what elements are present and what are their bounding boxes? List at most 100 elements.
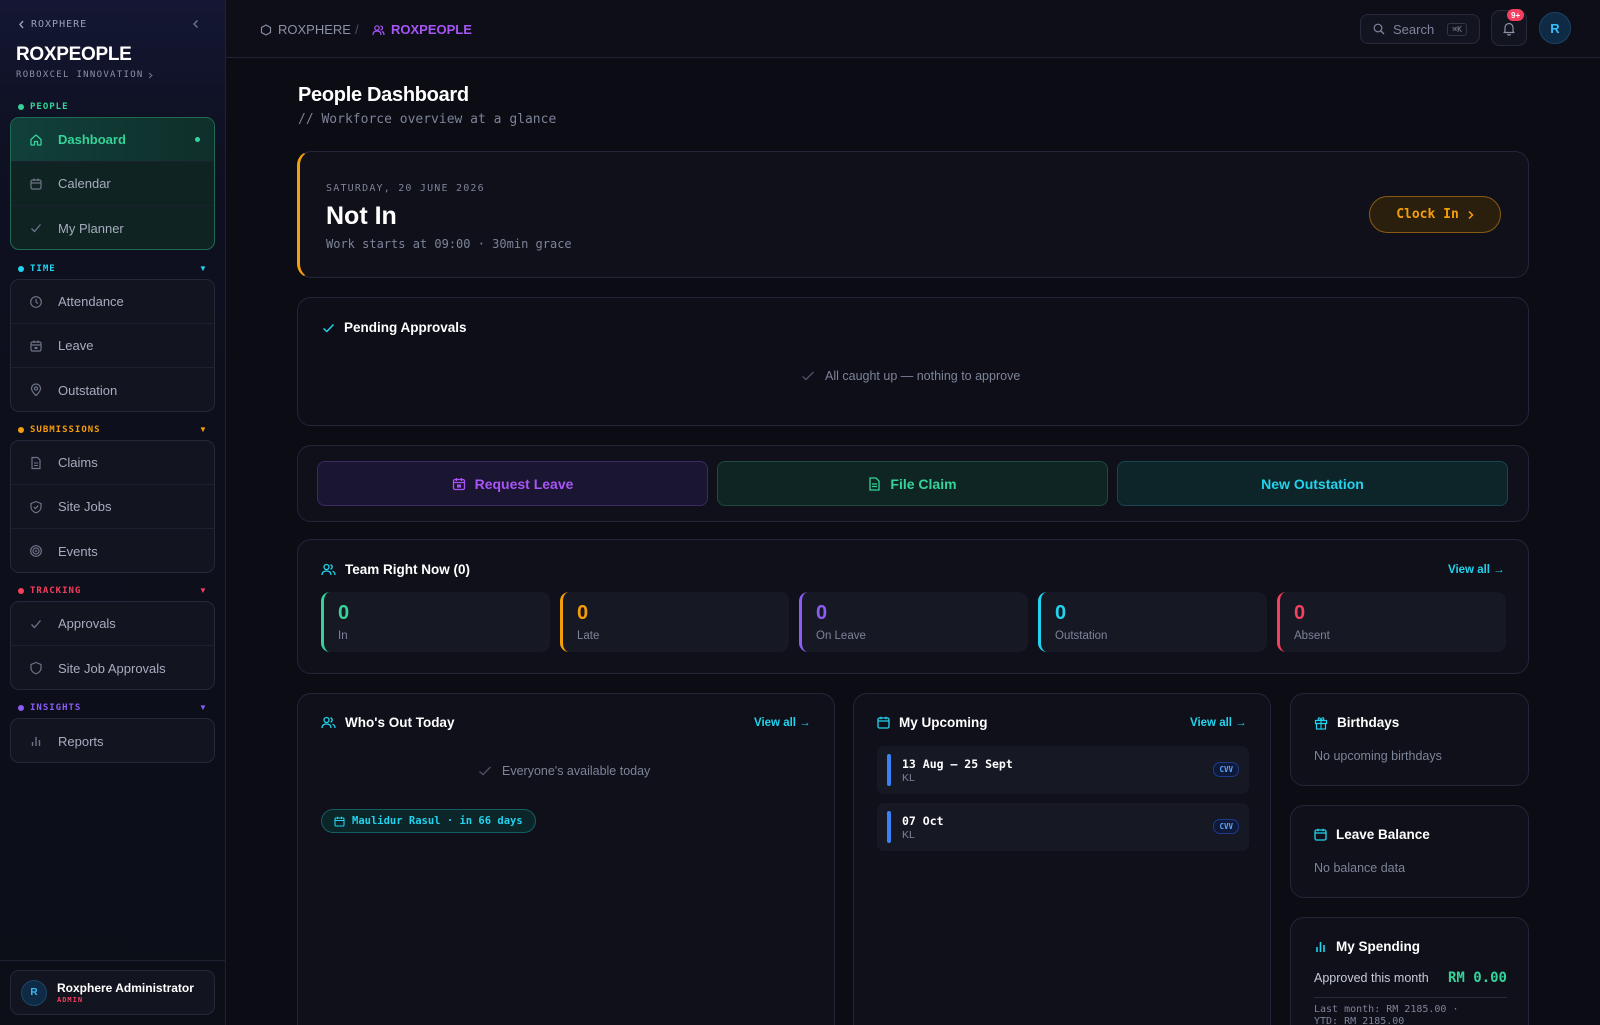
sidebar-divider [0, 960, 226, 961]
stat-label: Absent [1294, 630, 1330, 642]
file-claim-button[interactable]: File Claim [717, 461, 1108, 506]
stat-in[interactable]: 0 In [321, 592, 550, 652]
check-icon [29, 617, 43, 631]
my-upcoming-header: My Upcoming [877, 715, 988, 730]
my-upcoming-view-all-link[interactable]: View all → [1190, 717, 1247, 729]
user-profile-card[interactable]: R Roxphere Administrator ADMIN [10, 970, 215, 1015]
calendar-icon [334, 816, 345, 827]
back-to-roxphere-link[interactable]: ROXPHERE [18, 19, 87, 30]
caret-down-icon[interactable]: ▼ [199, 703, 207, 712]
sidebar-item-label: Reports [58, 733, 104, 749]
sidebar-item-site-jobs[interactable]: Site Jobs [11, 485, 214, 529]
sidebar-item-label: Claims [58, 455, 98, 470]
page-title: People Dashboard [298, 84, 469, 106]
clock-in-button[interactable]: Clock In [1369, 196, 1501, 233]
upcoming-holiday-pill[interactable]: Maulidur Rasul · in 66 days [321, 809, 536, 833]
section-submissions-label: SUBMISSIONS [30, 425, 101, 435]
section-insights[interactable]: INSIGHTS [18, 703, 81, 713]
whos-out-view-all-link[interactable]: View all → [754, 717, 811, 729]
whos-out-header: Who's Out Today [321, 715, 454, 730]
upcoming-location: KL [902, 772, 915, 784]
org-switcher[interactable]: ROBOXCEL INNOVATION [16, 70, 153, 80]
collapse-sidebar-button[interactable] [191, 19, 201, 29]
section-tracking-label: TRACKING [30, 586, 82, 596]
upcoming-accent-bar [887, 754, 891, 786]
shield-icon [29, 661, 43, 675]
section-tracking[interactable]: TRACKING [18, 586, 81, 596]
check-icon [801, 370, 815, 382]
leave-balance-header: Leave Balance [1314, 827, 1430, 842]
new-outstation-label: New Outstation [1261, 475, 1364, 492]
search-icon [1373, 23, 1385, 35]
upcoming-tag: CVV [1213, 762, 1239, 777]
section-dot [18, 705, 24, 711]
upcoming-item[interactable]: 13 Aug — 25 Sept KL CVV [877, 746, 1249, 794]
shield-check-icon [29, 500, 43, 514]
file-icon [868, 476, 881, 491]
caret-down-icon[interactable]: ▼ [199, 425, 207, 434]
sidebar-item-events[interactable]: Events [11, 529, 214, 572]
hexagon-icon [260, 23, 272, 36]
sidebar-item-site-job-approvals[interactable]: Site Job Approvals [11, 646, 214, 689]
sidebar-item-dashboard[interactable]: Dashboard [11, 118, 214, 162]
upcoming-date: 07 Oct [902, 814, 944, 828]
search-placeholder: Search [1393, 21, 1435, 37]
breadcrumb-root[interactable]: ROXPHERE [260, 22, 351, 37]
stat-on-leave[interactable]: 0 On Leave [799, 592, 1028, 652]
sidebar-item-label: Outstation [58, 382, 118, 398]
leave-balance-empty-text: No balance data [1314, 861, 1406, 875]
my-spending-header: My Spending [1314, 939, 1420, 954]
pending-approvals-header: Pending Approvals [322, 320, 467, 335]
upcoming-item[interactable]: 07 Oct KL CVV [877, 803, 1249, 851]
upcoming-date: 13 Aug — 25 Sept [902, 757, 1013, 771]
whos-out-today-card: Who's Out Today View all → Everyone's av… [297, 693, 835, 1025]
user-avatar-button[interactable]: R [1539, 12, 1571, 44]
section-time[interactable]: TIME [18, 264, 56, 274]
approvals-empty-state: All caught up — nothing to approve [801, 369, 1020, 383]
stat-late[interactable]: 0 Late [560, 592, 789, 652]
sidebar-item-attendance[interactable]: Attendance [11, 280, 214, 324]
sidebar-item-label: Calendar [58, 176, 111, 191]
sidebar: ROXPHERE ROXPEOPLE ROBOXCEL INNOVATION P… [0, 0, 226, 1025]
sidebar-item-claims[interactable]: Claims [11, 441, 214, 485]
stat-outstation[interactable]: 0 Outstation [1038, 592, 1267, 652]
team-view-all-link[interactable]: View all → [1448, 564, 1505, 576]
sidebar-item-label: Dashboard [58, 132, 126, 147]
section-people-label: PEOPLE [30, 102, 69, 112]
user-name: Roxphere Administrator [57, 981, 194, 995]
check-icon [29, 221, 43, 235]
search-shortcut: ⌘K [1447, 22, 1467, 36]
sidebar-item-approvals[interactable]: Approvals [11, 602, 214, 646]
sidebar-item-calendar[interactable]: Calendar [11, 162, 214, 206]
nav-group-submissions: Claims Site Jobs Events [10, 440, 215, 573]
section-submissions[interactable]: SUBMISSIONS [18, 425, 101, 435]
sidebar-item-leave[interactable]: Leave [11, 324, 214, 368]
new-outstation-button[interactable]: New Outstation [1117, 461, 1508, 506]
caret-down-icon[interactable]: ▼ [199, 264, 207, 273]
sidebar-item-outstation[interactable]: Outstation [11, 368, 214, 411]
active-indicator [195, 137, 200, 142]
upcoming-location: KL [902, 829, 915, 841]
caret-down-icon[interactable]: ▼ [199, 586, 207, 595]
calendar-icon [877, 716, 890, 729]
nav-group-insights: Reports [10, 718, 215, 763]
search-input[interactable]: Search ⌘K [1360, 14, 1480, 44]
birthdays-card: Birthdays No upcoming birthdays [1290, 693, 1529, 786]
calendar-icon [29, 177, 43, 191]
work-hours-note: Work starts at 09:00 · 30min grace [326, 237, 572, 251]
pending-approvals-card: Pending Approvals All caught up — nothin… [297, 297, 1529, 426]
section-time-label: TIME [30, 264, 56, 274]
approved-this-month-row: Approved this month RM 0.00 [1314, 970, 1507, 986]
request-leave-button[interactable]: Request Leave [317, 461, 708, 506]
avatar: R [21, 979, 47, 1006]
last-month-text: Last month: RM 2185.00 · [1314, 1004, 1459, 1015]
sidebar-item-label: Leave [58, 338, 94, 353]
stat-absent[interactable]: 0 Absent [1277, 592, 1506, 652]
breadcrumb-current: ROXPEOPLE [372, 22, 472, 37]
check-icon [478, 765, 492, 777]
pending-approvals-title: Pending Approvals [344, 320, 467, 335]
stat-value: 0 [1294, 602, 1306, 624]
sidebar-item-planner[interactable]: My Planner [11, 206, 214, 249]
clock-icon [29, 295, 43, 309]
sidebar-item-reports[interactable]: Reports [11, 719, 214, 762]
